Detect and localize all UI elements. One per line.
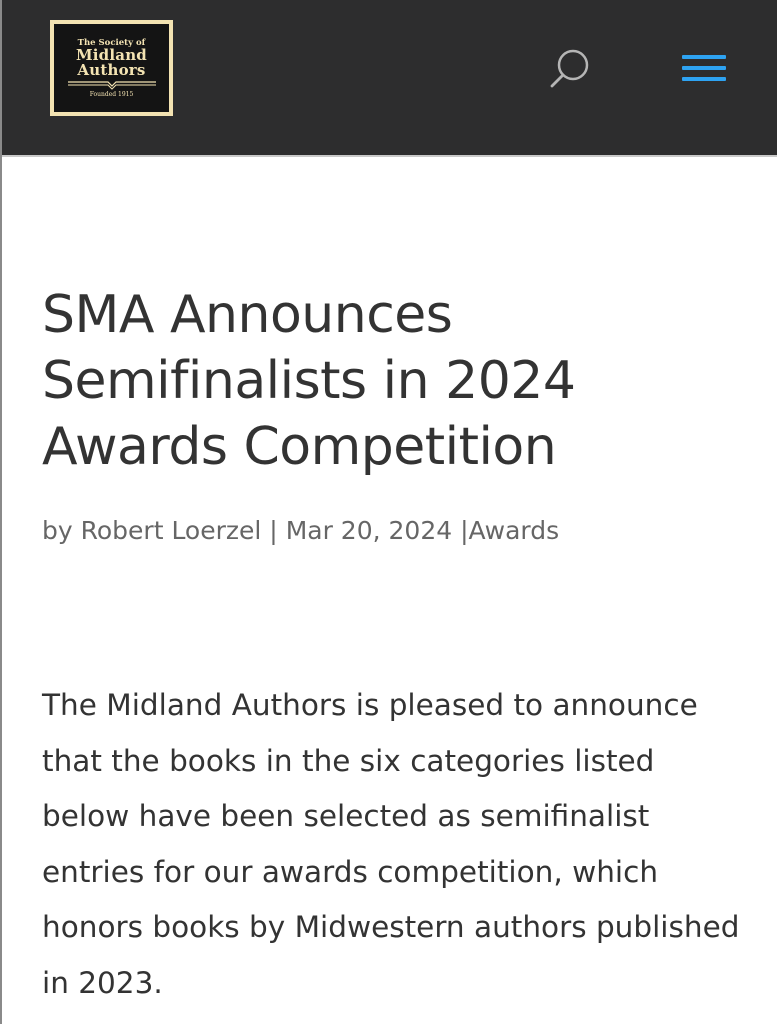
- logo-text-authors: Authors: [77, 61, 146, 79]
- hamburger-menu-button[interactable]: [682, 52, 728, 84]
- logo-text-founded: Founded 1915: [89, 91, 134, 98]
- hamburger-menu-icon-bar: [682, 77, 726, 81]
- post-meta-by: by: [42, 516, 73, 545]
- logo-plate: The Society of Midland Authors Founded 1…: [54, 24, 169, 112]
- search-icon: [550, 49, 589, 88]
- open-book-icon: [67, 81, 156, 90]
- post-meta-separator: |: [460, 516, 469, 545]
- article-body-paragraph: The Midland Authors is pleased to announ…: [42, 688, 740, 1000]
- site-header: The Society of Midland Authors Founded 1…: [2, 0, 777, 157]
- post-meta-separator: |: [269, 516, 278, 545]
- search-button[interactable]: [548, 47, 592, 89]
- author-link[interactable]: Robert Loerzel: [81, 516, 262, 545]
- site-logo[interactable]: The Society of Midland Authors Founded 1…: [50, 20, 173, 116]
- post-meta: by Robert Loerzel | Mar 20, 2024 |Awards: [42, 514, 559, 548]
- page: The Society of Midland Authors Founded 1…: [0, 0, 777, 1024]
- hamburger-menu-icon: [682, 55, 726, 59]
- post-date: Mar 20, 2024: [285, 516, 453, 545]
- article-title: SMA Announces Semifinalists in 2024 Awar…: [42, 285, 576, 477]
- hamburger-menu-icon-bar: [682, 66, 726, 70]
- category-link-awards[interactable]: Awards: [469, 516, 560, 545]
